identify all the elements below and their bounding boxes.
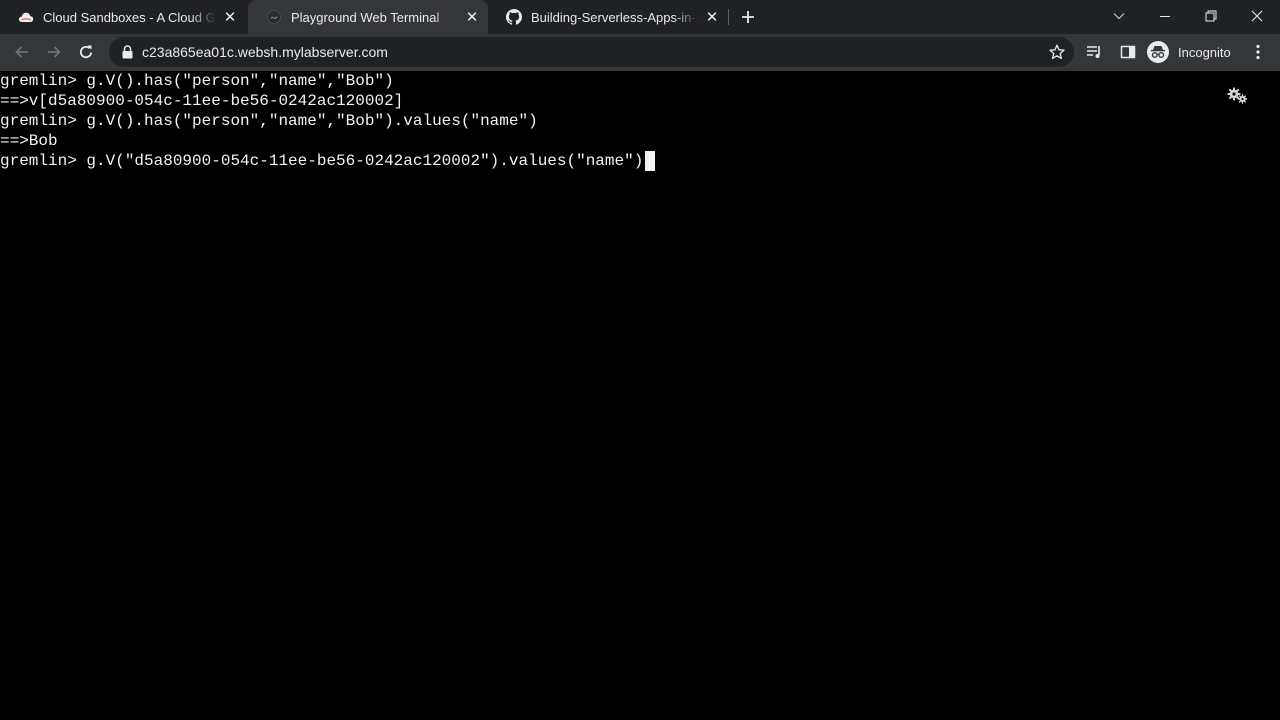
terminal-favicon-icon bbox=[266, 9, 282, 25]
tab-title: Cloud Sandboxes - A Cloud Guru bbox=[43, 9, 216, 25]
media-queue-icon bbox=[1087, 46, 1100, 58]
incognito-icon bbox=[1147, 41, 1169, 63]
arrow-right-icon bbox=[48, 46, 61, 58]
back-button[interactable] bbox=[8, 38, 36, 66]
forward-button[interactable] bbox=[40, 38, 68, 66]
terminal-input-line[interactable]: gremlin> g.V("d5a80900-054c-11ee-be56-02… bbox=[0, 151, 656, 171]
github-favicon-icon bbox=[506, 9, 522, 25]
close-window-button[interactable] bbox=[1234, 0, 1280, 32]
plus-icon bbox=[742, 11, 754, 23]
terminal-text: gremlin> g.V().has("person","name","Bob"… bbox=[0, 72, 394, 90]
restore-button[interactable] bbox=[1188, 0, 1234, 32]
profile-label: Incognito bbox=[1178, 44, 1231, 60]
reload-icon bbox=[79, 45, 93, 59]
tab-cloud-sandboxes[interactable]: Cloud Sandboxes - A Cloud Guru ✕ bbox=[0, 0, 246, 34]
terminal-text: ==>Bob bbox=[0, 132, 58, 150]
url-text: c23a865ea01c.websh.mylabserver.com bbox=[142, 44, 388, 60]
browser-menu-button[interactable] bbox=[1246, 40, 1270, 64]
reading-list-button[interactable] bbox=[1083, 40, 1107, 64]
terminal-text: gremlin> g.V("d5a80900-054c-11ee-be56-02… bbox=[0, 152, 644, 170]
chevron-down-icon bbox=[1113, 13, 1125, 20]
tab-playground-web-terminal[interactable]: Playground Web Terminal ✕ bbox=[248, 0, 488, 34]
minimize-icon bbox=[1160, 16, 1170, 17]
tab-separator bbox=[728, 9, 729, 25]
tab-github-building-serverless[interactable]: Building-Serverless-Apps-in-AWS ✕ bbox=[488, 0, 728, 34]
terminal-line: gremlin> g.V().has("person","name","Bob"… bbox=[0, 111, 538, 131]
close-tab-icon[interactable]: ✕ bbox=[704, 9, 720, 26]
terminal-line: ==>Bob bbox=[0, 131, 58, 151]
arrow-left-icon bbox=[15, 46, 28, 58]
terminal-text: ==>v[d5a80900-054c-11ee-be56-0242ac12000… bbox=[0, 92, 404, 110]
browser-toolbar: c23a865ea01c.websh.mylabserver.com Incog… bbox=[0, 34, 1280, 71]
close-icon bbox=[1251, 10, 1263, 22]
close-tab-icon[interactable]: ✕ bbox=[222, 9, 238, 26]
incognito-profile-button[interactable]: Incognito bbox=[1147, 38, 1231, 66]
new-tab-button[interactable] bbox=[736, 5, 760, 29]
lock-icon[interactable] bbox=[119, 44, 135, 60]
cloud-favicon-icon bbox=[18, 9, 34, 25]
terminal-cursor bbox=[645, 151, 656, 171]
side-panel-icon bbox=[1120, 45, 1136, 59]
kebab-menu-icon bbox=[1256, 44, 1260, 60]
tab-strip: Cloud Sandboxes - A Cloud Guru ✕ Playgro… bbox=[0, 0, 1280, 34]
side-panel-button[interactable] bbox=[1116, 40, 1140, 64]
address-bar[interactable]: c23a865ea01c.websh.mylabserver.com bbox=[109, 37, 1074, 67]
tab-title: Playground Web Terminal bbox=[291, 9, 440, 25]
tab-title: Building-Serverless-Apps-in-AWS bbox=[531, 9, 698, 25]
reload-button[interactable] bbox=[72, 38, 100, 66]
terminal-text: gremlin> g.V().has("person","name","Bob"… bbox=[0, 112, 538, 130]
browser-chrome: Cloud Sandboxes - A Cloud Guru ✕ Playgro… bbox=[0, 0, 1280, 71]
web-terminal[interactable]: gremlin> g.V().has("person","name","Bob"… bbox=[0, 71, 1280, 720]
minimize-button[interactable] bbox=[1142, 0, 1188, 32]
terminal-line: ==>v[d5a80900-054c-11ee-be56-0242ac12000… bbox=[0, 91, 403, 111]
terminal-line: gremlin> g.V().has("person","name","Bob"… bbox=[0, 71, 394, 91]
close-tab-icon[interactable]: ✕ bbox=[464, 9, 480, 26]
restore-icon bbox=[1205, 10, 1217, 22]
tab-search-button[interactable] bbox=[1096, 0, 1142, 32]
bookmark-star-icon[interactable] bbox=[1048, 43, 1066, 61]
settings-gears-icon[interactable] bbox=[1227, 87, 1249, 105]
